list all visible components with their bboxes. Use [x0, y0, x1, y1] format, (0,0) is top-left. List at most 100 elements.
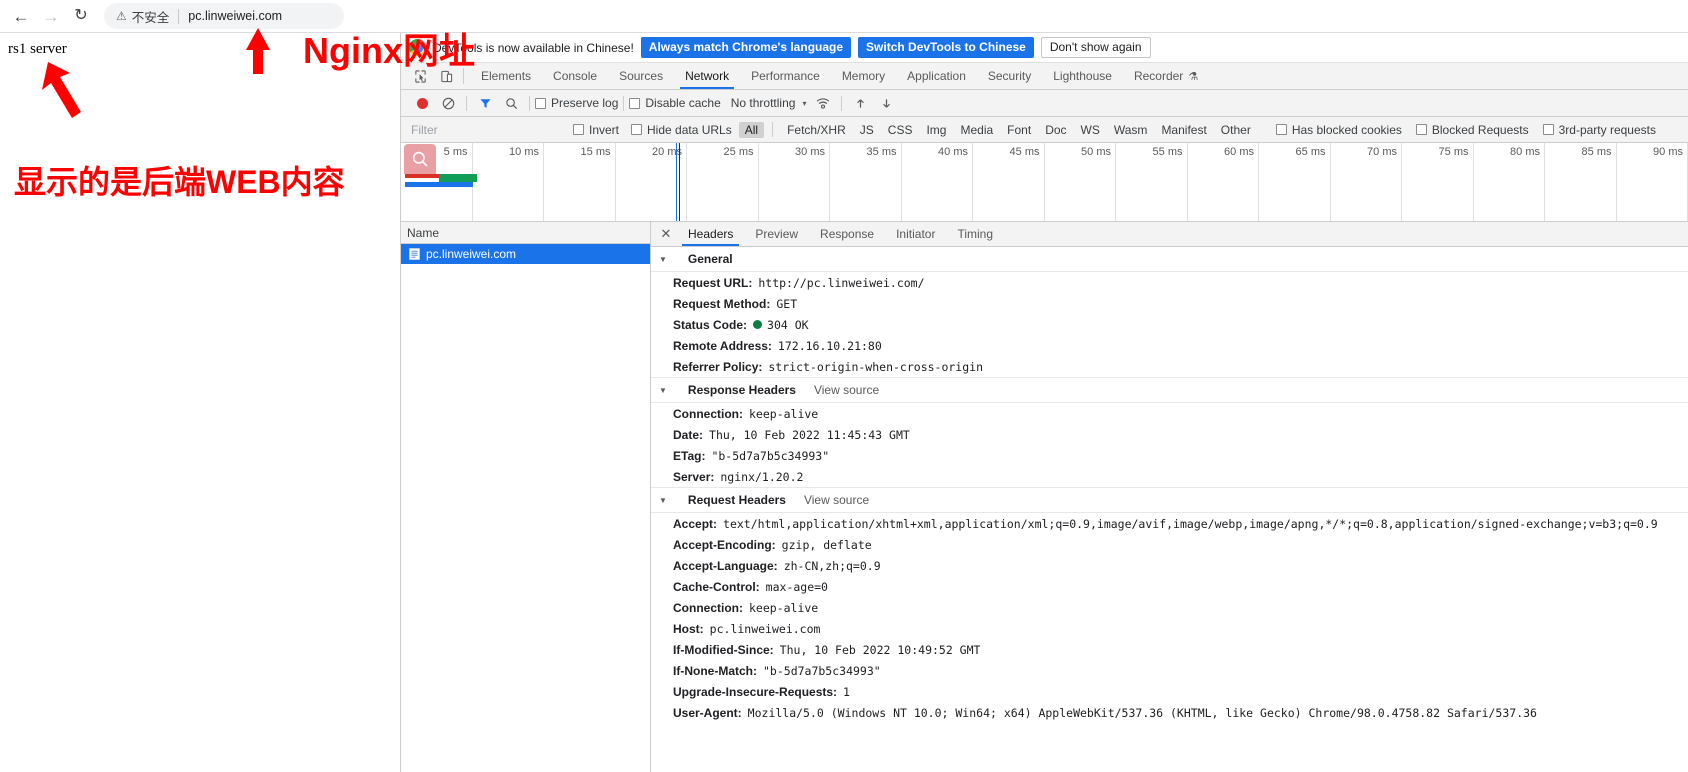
- disable-cache-label: Disable cache: [645, 96, 721, 110]
- filter-type-css[interactable]: CSS: [882, 122, 919, 138]
- filter-type-ws[interactable]: WS: [1075, 122, 1106, 138]
- close-icon[interactable]: ✕: [655, 222, 677, 246]
- document-icon: [409, 248, 420, 260]
- filter-type-wasm[interactable]: Wasm: [1108, 122, 1154, 138]
- header-row: Host: pc.linweiwei.com: [651, 618, 1688, 639]
- search-icon[interactable]: [498, 92, 524, 114]
- headers-section-title[interactable]: ▼ General: [651, 247, 1688, 272]
- tab-elements[interactable]: Elements: [470, 63, 542, 89]
- filter-type-doc[interactable]: Doc: [1039, 122, 1072, 138]
- collapse-triangle-icon[interactable]: ▼: [659, 386, 667, 395]
- header-row: Date: Thu, 10 Feb 2022 11:45:43 GMT: [651, 424, 1688, 445]
- third-party-requests-checkbox[interactable]: 3rd-party requests: [1542, 123, 1656, 137]
- blocked-requests-checkbox[interactable]: Blocked Requests: [1415, 122, 1529, 137]
- disable-cache-checkbox[interactable]: Disable cache: [629, 96, 721, 110]
- overview-search-icon[interactable]: [404, 144, 436, 174]
- reload-icon[interactable]: ↻: [66, 1, 96, 31]
- preserve-log-checkbox[interactable]: Preserve log: [535, 96, 618, 110]
- detail-tab-response[interactable]: Response: [809, 222, 885, 246]
- tab-performance[interactable]: Performance: [740, 63, 831, 89]
- detail-tab-preview[interactable]: Preview: [744, 222, 809, 246]
- header-value: "b-5d7a7b5c34993": [711, 448, 830, 463]
- tab-console[interactable]: Console: [542, 63, 608, 89]
- invert-checkbox[interactable]: Invert: [573, 123, 619, 137]
- forward-arrow-icon[interactable]: →: [36, 1, 66, 31]
- tab-label: Lighthouse: [1053, 69, 1112, 83]
- header-name: Accept-Language:: [673, 558, 778, 573]
- always-match-language-button[interactable]: Always match Chrome's language: [640, 37, 852, 58]
- timeline-tick: 25 ms: [687, 143, 759, 221]
- filter-type-manifest[interactable]: Manifest: [1155, 122, 1212, 138]
- timeline-tick-label: 20 ms: [652, 146, 682, 158]
- tab-recorder[interactable]: Recorder ⚗: [1123, 63, 1209, 89]
- view-source-link[interactable]: View source: [814, 383, 879, 397]
- view-source-link[interactable]: View source: [804, 493, 869, 507]
- has-blocked-cookies-checkbox[interactable]: Has blocked cookies: [1275, 123, 1402, 137]
- collapse-triangle-icon[interactable]: ▼: [659, 255, 667, 264]
- filter-funnel-icon[interactable]: [472, 92, 498, 114]
- headers-content: ▼ General Request URL: http://pc.linweiwei.…: [651, 247, 1688, 772]
- tab-application[interactable]: Application: [896, 63, 977, 89]
- header-name: User-Agent:: [673, 705, 742, 720]
- timeline-tick: 30 ms: [759, 143, 830, 221]
- request-list-header[interactable]: Name: [401, 222, 650, 244]
- detail-tab-headers[interactable]: Headers: [677, 222, 744, 246]
- headers-section-title[interactable]: ▼ Request Headers View source: [651, 487, 1688, 513]
- overview-band-green: [439, 174, 477, 182]
- header-row: Server: nginx/1.20.2: [651, 466, 1688, 487]
- clear-network-log-icon[interactable]: [435, 92, 461, 114]
- detail-tab-timing[interactable]: Timing: [946, 222, 1004, 246]
- tab-memory[interactable]: Memory: [831, 63, 896, 89]
- invert-label: Invert: [589, 122, 620, 137]
- hide-data-urls-checkbox[interactable]: Hide data URLs: [631, 123, 732, 137]
- header-name: Request URL:: [673, 275, 753, 290]
- filter-type-fetch-xhr[interactable]: Fetch/XHR: [781, 122, 852, 138]
- timeline-tick-label: 75 ms: [1438, 146, 1469, 158]
- timeline-tick-label: 60 ms: [1224, 146, 1254, 158]
- filter-type-js[interactable]: JS: [854, 122, 880, 138]
- detail-tab-initiator[interactable]: Initiator: [885, 222, 946, 246]
- annotation-arrow-to-server-text: [42, 62, 81, 118]
- filter-input[interactable]: Filter: [409, 123, 561, 137]
- devtools-panel: DevTools is now available in Chinese! Al…: [400, 33, 1688, 772]
- throttling-dropdown[interactable]: No throttling ▾: [731, 96, 807, 110]
- network-overview-timeline[interactable]: 5 ms 10 ms 15 ms 20 ms 25 ms 30 ms 35 ms 40 ms 4…: [401, 143, 1688, 222]
- filter-type-img[interactable]: Img: [920, 122, 952, 138]
- filter-type-font[interactable]: Font: [1001, 122, 1037, 138]
- status-ok-dot-icon: [753, 319, 763, 329]
- experiment-flask-icon: ⚗: [1188, 70, 1199, 83]
- tab-label: Performance: [751, 69, 820, 83]
- back-arrow-icon[interactable]: ←: [6, 1, 36, 31]
- headers-section-title[interactable]: ▼ Response Headers View source: [651, 377, 1688, 403]
- header-row: Connection: keep-alive: [651, 403, 1688, 424]
- filter-type-media[interactable]: Media: [954, 122, 999, 138]
- blocked-requests-label: Blocked Requests: [1431, 122, 1529, 137]
- tab-label: Network: [685, 69, 730, 83]
- tab-lighthouse[interactable]: Lighthouse: [1042, 63, 1123, 89]
- switch-devtools-language-button[interactable]: Switch DevTools to Chinese: [858, 37, 1034, 58]
- timeline-tick: 75 ms: [1402, 143, 1474, 221]
- network-conditions-icon[interactable]: [810, 92, 836, 114]
- timeline-tick-label: 90 ms: [1653, 146, 1683, 158]
- header-value: "b-5d7a7b5c34993": [763, 663, 881, 678]
- import-har-icon[interactable]: [847, 92, 873, 114]
- export-har-icon[interactable]: [873, 92, 899, 114]
- annotation-nginx-label: Nginx网址: [303, 30, 476, 71]
- hide-data-urls-label: Hide data URLs: [647, 122, 732, 137]
- tab-sources[interactable]: Sources: [608, 63, 674, 89]
- filter-type-all[interactable]: All: [738, 121, 765, 138]
- header-value: nginx/1.20.2: [720, 469, 804, 484]
- tab-label: Application: [907, 69, 966, 83]
- timeline-tick-label: 40 ms: [938, 146, 968, 158]
- filter-type-other[interactable]: Other: [1215, 122, 1257, 138]
- dont-show-again-button[interactable]: Don't show again: [1040, 37, 1151, 58]
- header-value: Thu, 10 Feb 2022 10:49:52 GMT: [779, 642, 981, 657]
- tab-security[interactable]: Security: [977, 63, 1042, 89]
- request-row-pc-linweiwei-com[interactable]: pc.linweiwei.com: [401, 244, 650, 264]
- collapse-triangle-icon[interactable]: ▼: [659, 496, 667, 505]
- header-name: Accept:: [673, 516, 718, 531]
- record-button-icon[interactable]: [409, 92, 435, 114]
- header-value: Mozilla/5.0 (Windows NT 10.0; Win64; x64…: [747, 705, 1537, 720]
- timeline-tick-label: 5 ms: [443, 146, 468, 158]
- tab-network[interactable]: Network: [674, 63, 740, 89]
